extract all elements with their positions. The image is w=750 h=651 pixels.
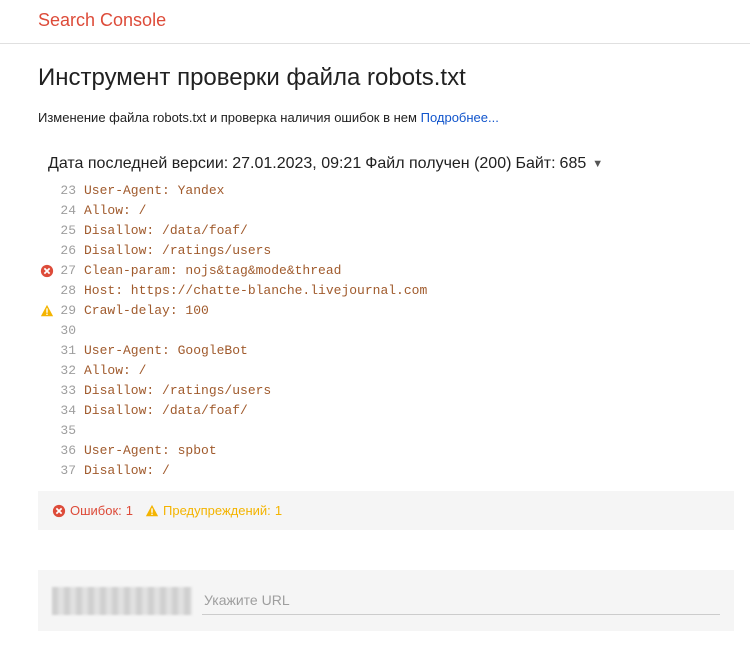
warning-icon: [38, 304, 56, 318]
code-text: User-Agent: spbot: [84, 441, 217, 461]
meta-date-label: Дата последней версии:: [48, 155, 228, 173]
code-text: Disallow: /data/foaf/: [84, 221, 248, 241]
line-number: 23: [56, 181, 84, 201]
code-line[interactable]: 37Disallow: /: [38, 461, 734, 481]
line-number: 36: [56, 441, 84, 461]
code-text: User-Agent: GoogleBot: [84, 341, 248, 361]
meta-bytes-value: 685: [560, 155, 587, 173]
code-text: Disallow: /data/foaf/: [84, 401, 248, 421]
code-text: Disallow: /ratings/users: [84, 241, 271, 261]
url-test-section: [38, 570, 734, 631]
errors-label: Ошибок:: [70, 503, 122, 518]
robots-code-editor[interactable]: 23User-Agent: Yandex24Allow: /25Disallow…: [38, 181, 734, 481]
code-line[interactable]: 34Disallow: /data/foaf/: [38, 401, 734, 421]
error-icon: [52, 504, 66, 518]
line-number: 31: [56, 341, 84, 361]
page-subtext: Изменение файла robots.txt и проверка на…: [38, 110, 734, 125]
line-number: 34: [56, 401, 84, 421]
meta-fetch-label: Файл получен (200): [365, 155, 511, 173]
code-line[interactable]: 32Allow: /: [38, 361, 734, 381]
learn-more-link[interactable]: Подробнее...: [421, 110, 499, 125]
code-text: User-Agent: Yandex: [84, 181, 224, 201]
line-number: 35: [56, 421, 84, 441]
warnings-count: 1: [275, 503, 282, 518]
code-line[interactable]: 30: [38, 321, 734, 341]
line-number: 26: [56, 241, 84, 261]
line-number: 27: [56, 261, 84, 281]
code-text: Disallow: /: [84, 461, 170, 481]
code-line[interactable]: 25Disallow: /data/foaf/: [38, 221, 734, 241]
line-number: 25: [56, 221, 84, 241]
code-text: Allow: /: [84, 361, 146, 381]
code-text: Allow: /: [84, 201, 146, 221]
chevron-down-icon[interactable]: ▼: [592, 158, 603, 170]
code-line[interactable]: 23User-Agent: Yandex: [38, 181, 734, 201]
line-number: 28: [56, 281, 84, 301]
line-number: 37: [56, 461, 84, 481]
code-line[interactable]: 26Disallow: /ratings/users: [38, 241, 734, 261]
main-content: Инструмент проверки файла robots.txt Изм…: [0, 44, 750, 651]
domain-prefix: [52, 587, 192, 615]
code-line[interactable]: 35: [38, 421, 734, 441]
line-number: 33: [56, 381, 84, 401]
code-line[interactable]: 29Crawl-delay: 100: [38, 301, 734, 321]
meta-date-value: 27.01.2023, 09:21: [232, 155, 361, 173]
line-number: 29: [56, 301, 84, 321]
code-line[interactable]: 28Host: https://chatte-blanche.livejourn…: [38, 281, 734, 301]
warnings-label: Предупреждений:: [163, 503, 271, 518]
code-line[interactable]: 33Disallow: /ratings/users: [38, 381, 734, 401]
line-number: 24: [56, 201, 84, 221]
errors-count: 1: [126, 503, 133, 518]
error-icon: [38, 264, 56, 278]
warning-icon: [145, 504, 159, 518]
app-header: Search Console: [0, 0, 750, 44]
code-line[interactable]: 31User-Agent: GoogleBot: [38, 341, 734, 361]
code-line[interactable]: 36User-Agent: spbot: [38, 441, 734, 461]
status-bar: Ошибок: 1 Предупреждений: 1: [38, 491, 734, 530]
page-title: Инструмент проверки файла robots.txt: [38, 64, 734, 92]
subtext-text: Изменение файла robots.txt и проверка на…: [38, 110, 421, 125]
line-number: 32: [56, 361, 84, 381]
code-text: Crawl-delay: 100: [84, 301, 209, 321]
url-input[interactable]: [202, 586, 720, 615]
code-text: Disallow: /ratings/users: [84, 381, 271, 401]
meta-bytes-label: Байт:: [515, 155, 555, 173]
code-text: Host: https://chatte-blanche.livejournal…: [84, 281, 427, 301]
code-line[interactable]: 27Clean-param: nojs&tag&mode&thread: [38, 261, 734, 281]
line-number: 30: [56, 321, 84, 341]
code-line[interactable]: 24Allow: /: [38, 201, 734, 221]
product-link[interactable]: Search Console: [38, 10, 166, 30]
file-meta-bar[interactable]: Дата последней версии: 27.01.2023, 09:21…: [38, 155, 734, 173]
code-text: Clean-param: nojs&tag&mode&thread: [84, 261, 341, 281]
